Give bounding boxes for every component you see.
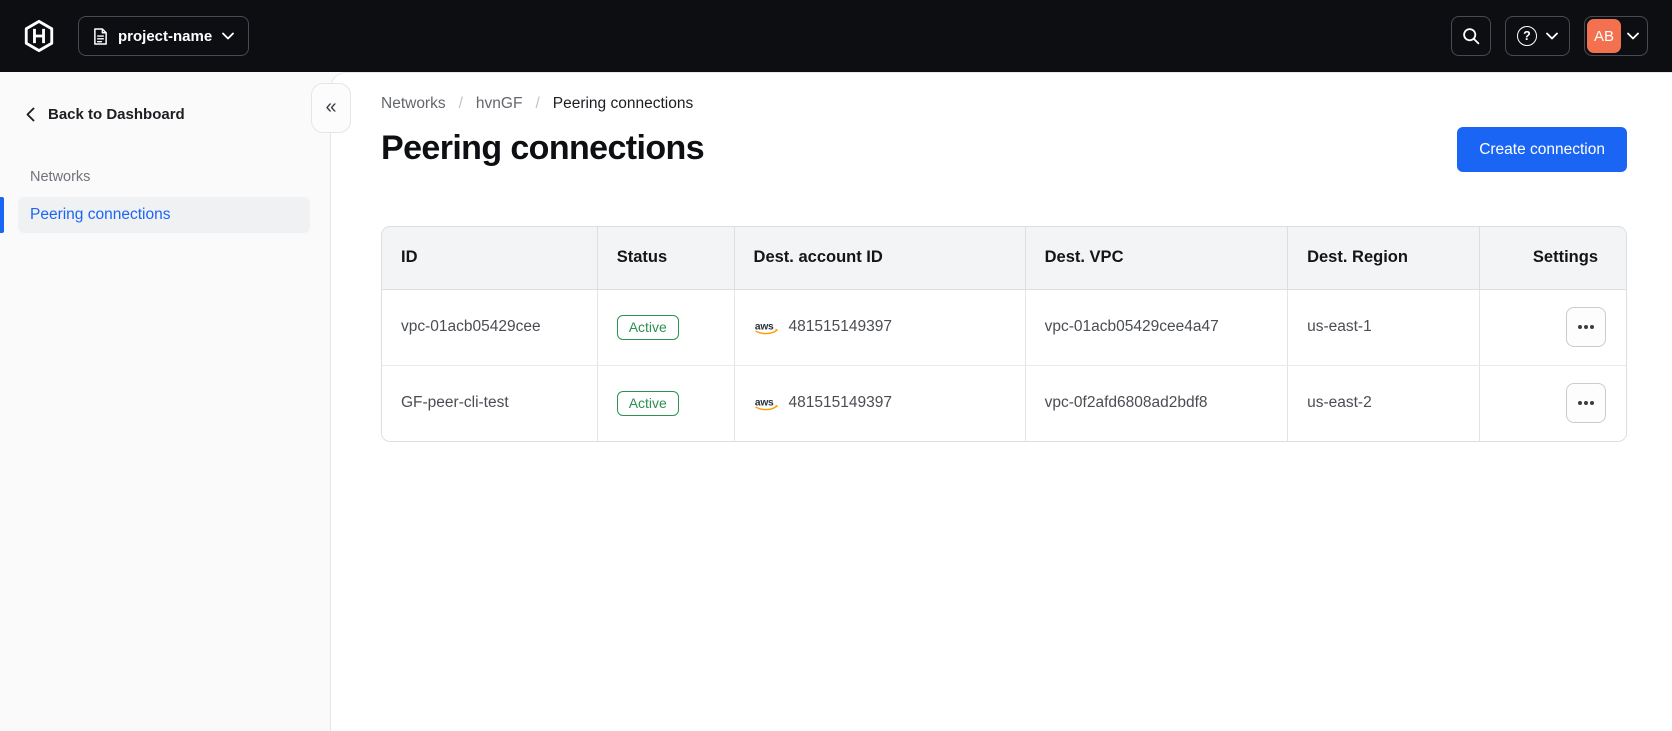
column-header-dest-account-id: Dest. account ID xyxy=(734,227,1026,290)
chevron-left-icon xyxy=(26,107,35,122)
table-row: GF-peer-cli-test Active aws 481515149397… xyxy=(382,365,1626,441)
peering-connections-table: ID Status Dest. account ID Dest. VPC Des… xyxy=(381,226,1627,442)
breadcrumb-separator: / xyxy=(535,95,540,112)
row-actions-button[interactable] xyxy=(1566,383,1606,424)
search-icon xyxy=(1462,27,1480,45)
table-header-row: ID Status Dest. account ID Dest. VPC Des… xyxy=(382,227,1626,290)
project-selector[interactable]: project-name xyxy=(78,16,250,56)
row-actions-button[interactable] xyxy=(1566,307,1606,347)
document-icon xyxy=(93,27,108,45)
column-header-status: Status xyxy=(597,227,735,290)
breadcrumb-current: Peering connections xyxy=(552,95,694,112)
cell-dest-region: us-east-2 xyxy=(1287,365,1480,441)
chevron-down-icon xyxy=(1627,32,1639,40)
status-badge: Active xyxy=(616,314,679,340)
cell-dest-account-id: 481515149397 xyxy=(788,318,892,335)
aws-icon: aws xyxy=(754,319,780,336)
aws-icon: aws xyxy=(754,395,780,412)
breadcrumb-separator: / xyxy=(458,95,463,112)
column-header-settings: Settings xyxy=(1479,227,1626,290)
column-header-dest-vpc: Dest. VPC xyxy=(1025,227,1289,290)
table-row: vpc-01acb05429cee Active aws 48151514939… xyxy=(382,289,1626,366)
create-connection-button[interactable]: Create connection xyxy=(1457,127,1627,172)
column-header-dest-region: Dest. Region xyxy=(1287,227,1480,290)
cell-dest-account-id: 481515149397 xyxy=(788,394,892,412)
sidebar: Back to Dashboard Networks Peering conne… xyxy=(0,72,330,731)
back-to-dashboard-label: Back to Dashboard xyxy=(48,106,185,123)
cell-dest-region: us-east-1 xyxy=(1287,289,1480,366)
svg-text:aws: aws xyxy=(754,321,773,332)
help-menu-button[interactable]: ? xyxy=(1505,16,1570,56)
page-title: Peering connections xyxy=(381,129,705,167)
collapse-sidebar-icon: « xyxy=(325,95,337,118)
ellipsis-icon xyxy=(1584,325,1588,329)
back-to-dashboard-link[interactable]: Back to Dashboard xyxy=(0,100,330,129)
search-button[interactable] xyxy=(1451,16,1491,56)
breadcrumb-networks[interactable]: Networks xyxy=(381,95,446,113)
breadcrumb-hvn[interactable]: hvnGF xyxy=(476,95,523,113)
sidebar-item-peering-connections[interactable]: Peering connections xyxy=(0,197,310,233)
cell-dest-vpc: vpc-01acb05429cee4a47 xyxy=(1025,289,1289,366)
main-area: « Networks / hvnGF / Peering connections… xyxy=(311,72,1672,731)
svg-text:aws: aws xyxy=(754,397,773,408)
project-name-label: project-name xyxy=(118,27,213,45)
sidebar-item-label: Peering connections xyxy=(30,206,171,223)
chevron-down-icon xyxy=(222,32,235,40)
active-item-accent-bar xyxy=(0,197,4,233)
column-header-id: ID xyxy=(382,227,598,290)
user-menu-button[interactable]: AB xyxy=(1584,16,1648,56)
sidebar-collapse-button[interactable]: « xyxy=(311,83,351,133)
status-badge: Active xyxy=(616,390,679,416)
content-panel: « Networks / hvnGF / Peering connections… xyxy=(311,72,1672,731)
avatar: AB xyxy=(1587,19,1621,53)
sidebar-section-label: Networks xyxy=(30,169,91,185)
topbar: project-name ? AB xyxy=(0,0,1672,72)
help-icon: ? xyxy=(1517,26,1537,46)
cell-id: GF-peer-cli-test xyxy=(382,365,598,441)
breadcrumb: Networks / hvnGF / Peering connections xyxy=(381,93,1627,113)
app-shell: Back to Dashboard Networks Peering conne… xyxy=(0,72,1672,731)
hashicorp-logo-icon[interactable] xyxy=(22,19,56,53)
ellipsis-icon xyxy=(1584,401,1588,406)
chevron-down-icon xyxy=(1546,32,1558,40)
cell-id: vpc-01acb05429cee xyxy=(382,289,598,366)
cell-dest-vpc: vpc-0f2afd6808ad2bdf8 xyxy=(1025,365,1289,441)
